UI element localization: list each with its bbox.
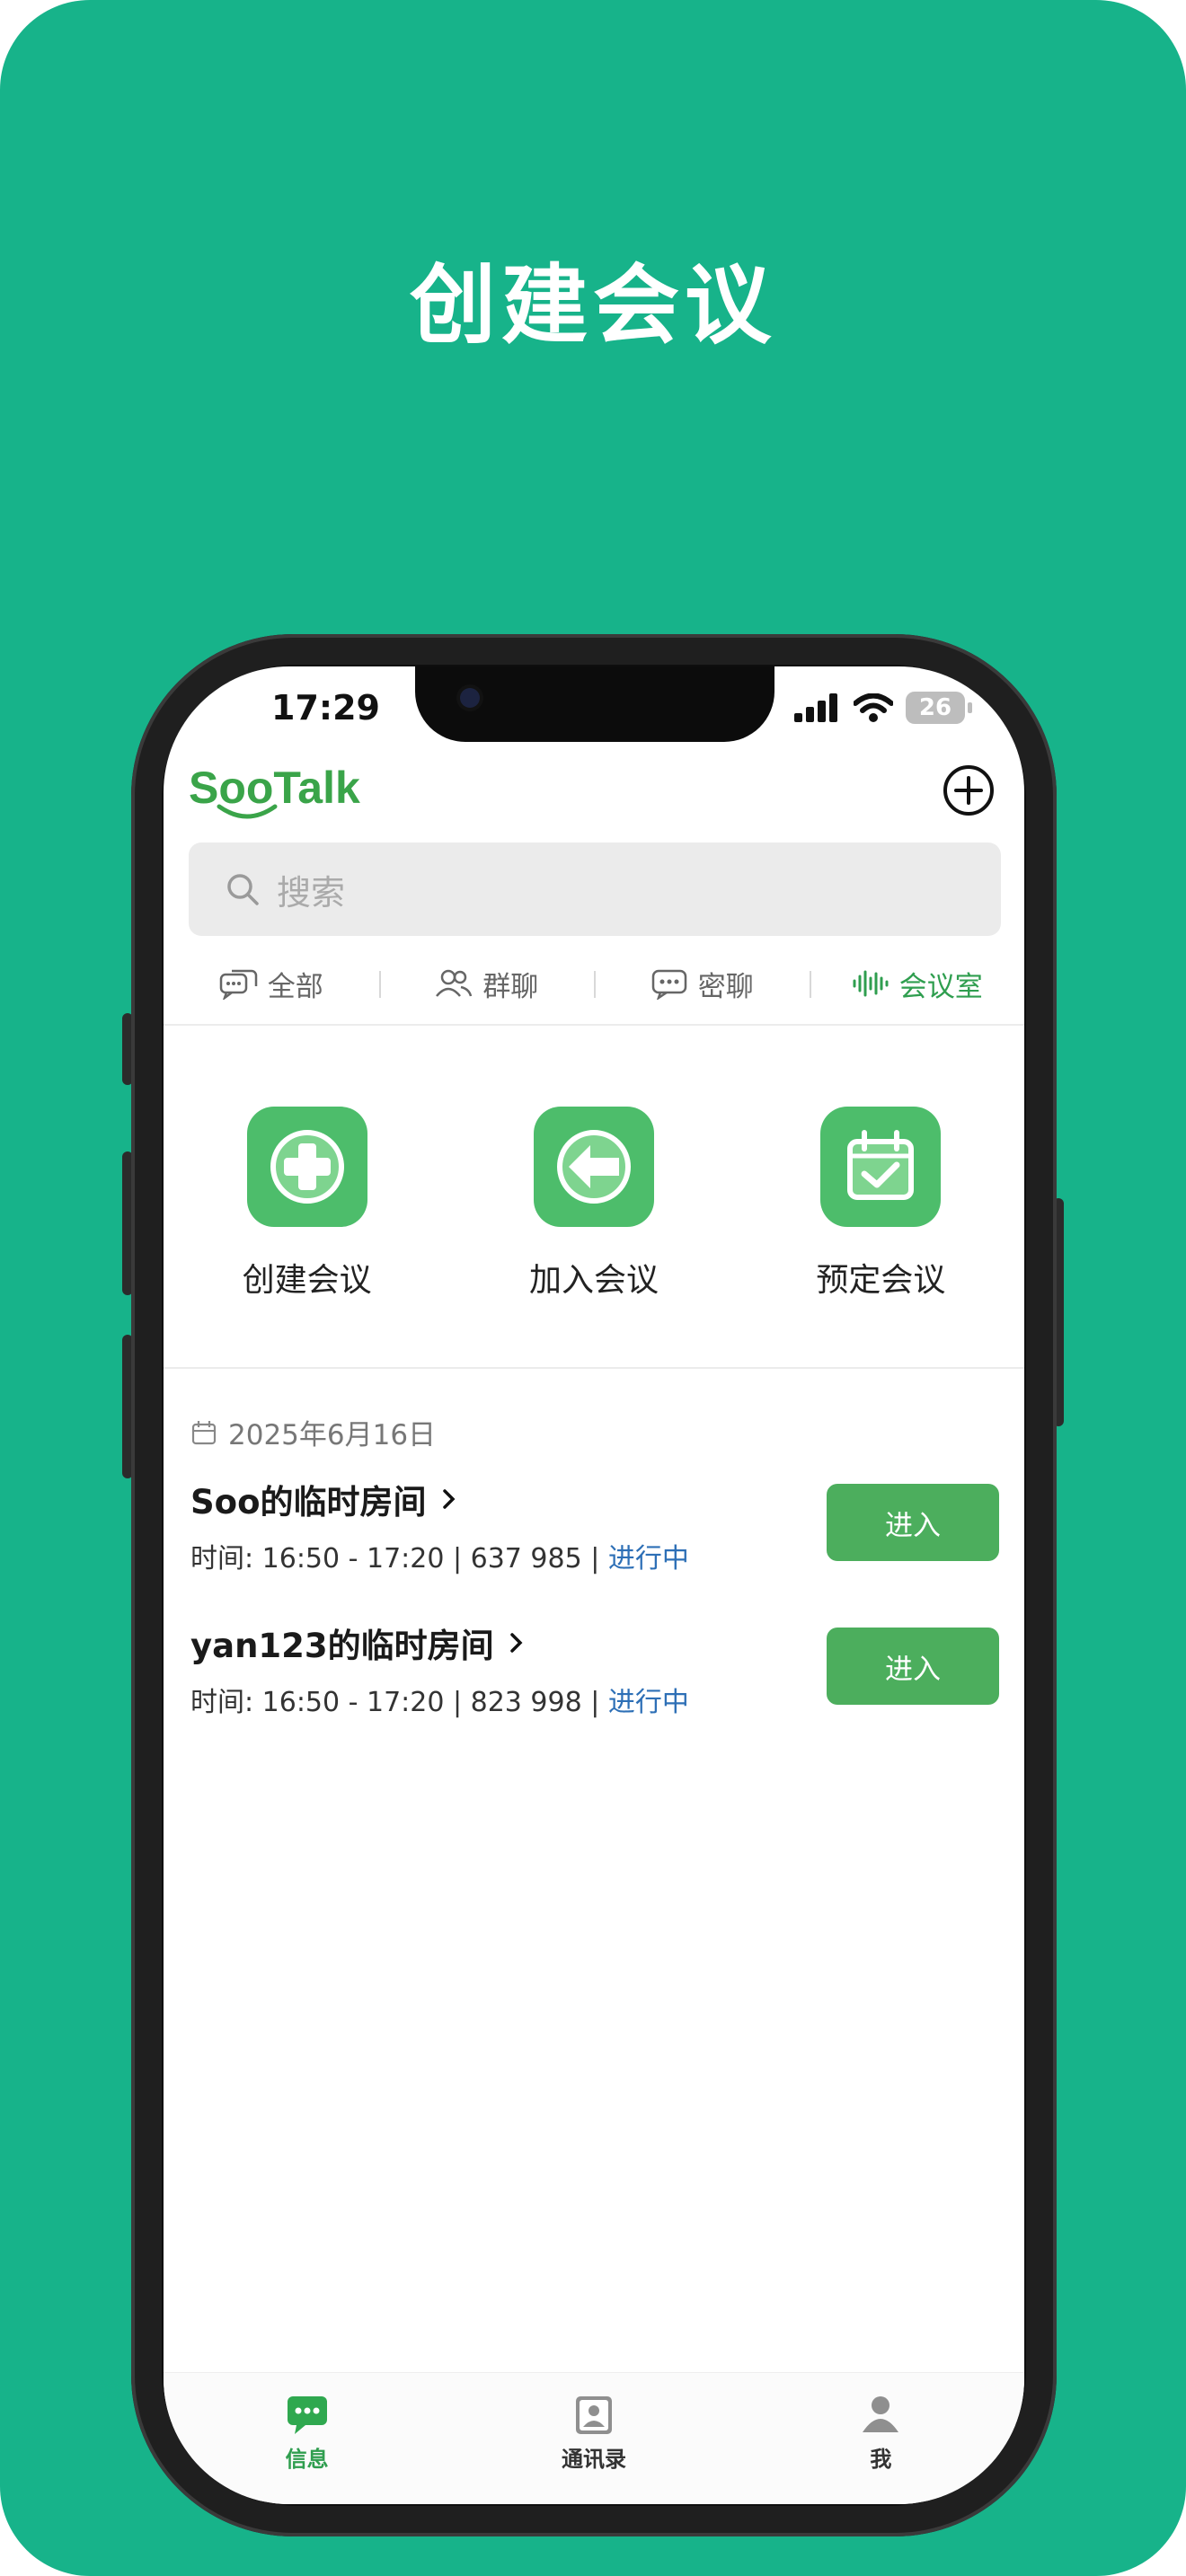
filter-tabs: 全部 群聊 密聊 会议室	[164, 952, 1024, 1026]
tab-messages[interactable]: 信息	[164, 2373, 450, 2504]
promo-page: 创建会议 17:29 26 SooTalk 搜索 全部 群聊 密聊 会议室 创建…	[0, 0, 1186, 2576]
status-time: 17:29	[271, 688, 380, 728]
calendar-check-icon	[847, 1130, 915, 1200]
bottom-tab-bar: 信息 通讯录 我	[164, 2372, 1024, 2504]
schedule-meeting-button[interactable]: 预定会议	[738, 1107, 1024, 1322]
room-status: 进行中	[607, 1543, 689, 1575]
chevron-right-icon	[509, 1633, 523, 1653]
section-divider	[164, 1367, 1024, 1369]
room-time-id: 时间: 16:50 - 17:20 | 637 985 |	[190, 1543, 608, 1575]
tab-messages-label: 信息	[285, 2447, 329, 2472]
chevron-right-icon	[442, 1489, 455, 1509]
tab-group-chat[interactable]: 群聊	[378, 964, 595, 1004]
status-indicators: 26	[794, 686, 972, 729]
meeting-room-item[interactable]: yan123的临时房间 时间: 16:50 - 17:20 | 823 998 …	[190, 1619, 999, 1719]
search-placeholder: 搜索	[277, 872, 346, 913]
app-logo: SooTalk	[189, 762, 360, 819]
soundwave-icon	[853, 970, 889, 997]
battery-indicator: 26	[906, 692, 972, 724]
meeting-room-item[interactable]: Soo的临时房间 时间: 16:50 - 17:20 | 637 985 | 进…	[190, 1475, 999, 1575]
tab-meeting-room[interactable]: 会议室	[809, 964, 1025, 1004]
meeting-actions: 创建会议 加入会议 预定会议	[164, 1107, 1024, 1322]
add-circle-icon[interactable]	[942, 763, 996, 817]
battery-level: 26	[918, 694, 952, 721]
logo-smile-icon	[217, 804, 278, 819]
tab-secret-chat[interactable]: 密聊	[594, 964, 810, 1004]
join-meeting-button[interactable]: 加入会议	[450, 1107, 737, 1322]
tab-group-chat-label: 群聊	[482, 970, 539, 1003]
tab-all[interactable]: 全部	[164, 964, 379, 1004]
secret-chat-icon	[651, 969, 686, 1000]
person-icon	[863, 2396, 899, 2432]
notch	[415, 666, 774, 742]
calendar-icon	[191, 1420, 217, 1444]
signal-icon	[794, 693, 837, 722]
tab-contacts-label: 通讯录	[561, 2447, 626, 2472]
wifi-icon	[854, 693, 893, 722]
create-meeting-label: 创建会议	[242, 1262, 372, 1299]
tab-contacts[interactable]: 通讯录	[450, 2373, 737, 2504]
message-icon	[287, 2396, 327, 2434]
group-icon	[436, 969, 473, 997]
search-input[interactable]: 搜索	[189, 842, 1001, 936]
contacts-icon	[575, 2396, 612, 2434]
arrow-left-circle-icon	[556, 1130, 631, 1204]
tab-me-label: 我	[870, 2447, 892, 2472]
tab-me[interactable]: 我	[738, 2373, 1024, 2504]
meeting-date: 2025年6月16日	[190, 1412, 436, 1452]
chat-bubbles-icon	[219, 969, 257, 1000]
app-header: SooTalk	[164, 753, 1024, 834]
enter-button[interactable]: 进入	[827, 1484, 999, 1561]
hero-title: 创建会议	[410, 255, 776, 356]
search-icon	[227, 874, 259, 905]
create-meeting-button[interactable]: 创建会议	[164, 1107, 450, 1322]
room-time-id: 时间: 16:50 - 17:20 | 823 998 |	[190, 1687, 608, 1718]
enter-button[interactable]: 进入	[827, 1628, 999, 1705]
tab-all-label: 全部	[267, 970, 323, 1003]
plus-circle-icon	[270, 1130, 344, 1204]
room-name: Soo的临时房间	[190, 1483, 427, 1522]
tab-secret-chat-label: 密聊	[697, 970, 754, 1003]
schedule-meeting-label: 预定会议	[816, 1262, 946, 1299]
room-status: 进行中	[607, 1687, 689, 1718]
room-name: yan123的临时房间	[190, 1627, 494, 1665]
camera-icon	[460, 688, 480, 708]
join-meeting-label: 加入会议	[528, 1262, 659, 1299]
tab-meeting-room-label: 会议室	[898, 970, 983, 1003]
app-screen: 17:29 26 SooTalk 搜索 全部 群聊 密聊 会议室 创建会议 加入…	[164, 666, 1024, 2504]
meeting-date-label: 2025年6月16日	[228, 1419, 437, 1451]
